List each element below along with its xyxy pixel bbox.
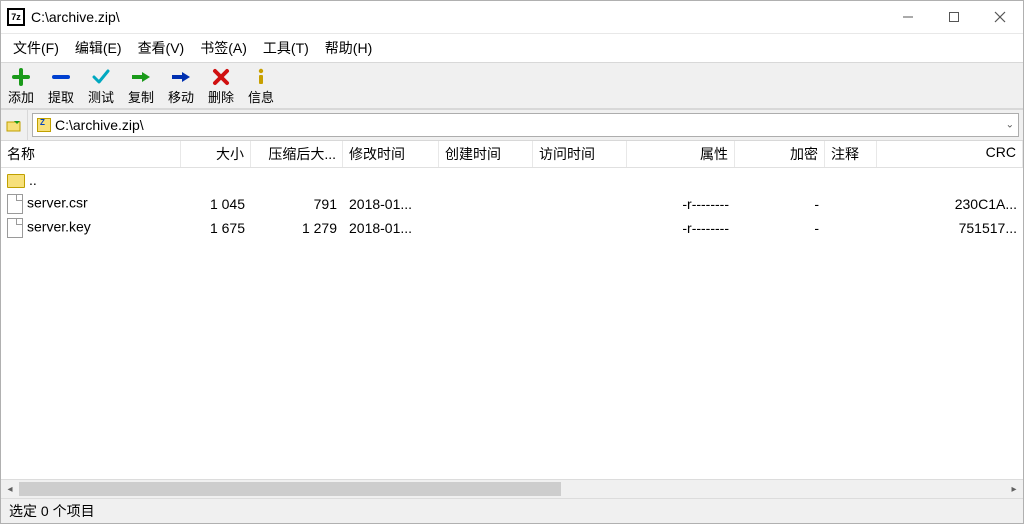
menu-view[interactable]: 查看(V) bbox=[132, 36, 191, 60]
status-text: 选定 0 个项目 bbox=[9, 501, 95, 521]
col-header-attr[interactable]: 属性 bbox=[627, 141, 735, 167]
statusbar: 选定 0 个项目 bbox=[1, 498, 1023, 523]
horizontal-scrollbar[interactable]: ◂ ▸ bbox=[1, 479, 1023, 498]
file-attr: -r-------- bbox=[627, 196, 735, 212]
extract-button[interactable]: 提取 bbox=[47, 67, 75, 106]
app-window: 7z C:\archive.zip\ 文件(F) 编辑(E) 查看(V) 书签(… bbox=[0, 0, 1024, 524]
file-name: server.key bbox=[27, 219, 91, 235]
file-icon bbox=[7, 194, 23, 214]
col-header-comm[interactable]: 注释 bbox=[825, 141, 877, 167]
file-name: server.csr bbox=[27, 195, 88, 211]
file-enc: - bbox=[735, 220, 825, 236]
copy-button[interactable]: 复制 bbox=[127, 67, 155, 106]
file-size: 1 675 bbox=[181, 220, 251, 236]
toolbar: 添加 提取 测试 复制 移动 bbox=[1, 62, 1023, 109]
col-header-ctime[interactable]: 创建时间 bbox=[439, 141, 533, 167]
file-enc: - bbox=[735, 196, 825, 212]
copy-arrow-icon bbox=[131, 67, 151, 87]
add-button[interactable]: 添加 bbox=[7, 67, 35, 106]
menu-bookmarks[interactable]: 书签(A) bbox=[194, 36, 253, 60]
menubar: 文件(F) 编辑(E) 查看(V) 书签(A) 工具(T) 帮助(H) bbox=[1, 34, 1023, 62]
up-one-level-button[interactable] bbox=[1, 110, 28, 140]
folder-icon bbox=[7, 174, 25, 188]
maximize-button[interactable] bbox=[931, 1, 977, 33]
close-button[interactable] bbox=[977, 1, 1023, 33]
file-size: 1 045 bbox=[181, 196, 251, 212]
menu-file[interactable]: 文件(F) bbox=[7, 36, 65, 60]
minimize-button[interactable] bbox=[885, 1, 931, 33]
parent-dir-row[interactable]: .. bbox=[1, 168, 1023, 192]
col-header-name[interactable]: 名称 bbox=[1, 141, 181, 167]
scroll-right-button[interactable]: ▸ bbox=[1005, 480, 1023, 498]
col-header-atime[interactable]: 访问时间 bbox=[533, 141, 627, 167]
move-button[interactable]: 移动 bbox=[167, 67, 195, 106]
address-path: C:\archive.zip\ bbox=[55, 117, 144, 133]
file-attr: -r-------- bbox=[627, 220, 735, 236]
move-arrow-icon bbox=[171, 67, 191, 87]
test-button[interactable]: 测试 bbox=[87, 67, 115, 106]
file-row[interactable]: server.key 1 6751 2792018-01... -r--------… bbox=[1, 216, 1023, 240]
info-icon bbox=[252, 67, 270, 87]
titlebar: 7z C:\archive.zip\ bbox=[1, 1, 1023, 34]
col-header-size[interactable]: 大小 bbox=[181, 141, 251, 167]
menu-tools[interactable]: 工具(T) bbox=[257, 36, 315, 60]
file-crc: 751517... bbox=[877, 220, 1023, 236]
col-header-mtime[interactable]: 修改时间 bbox=[343, 141, 439, 167]
file-mtime: 2018-01... bbox=[343, 220, 439, 236]
plus-icon bbox=[12, 67, 30, 87]
scroll-thumb[interactable] bbox=[19, 482, 561, 496]
dropdown-chevron-icon[interactable]: ⌄ bbox=[1006, 120, 1014, 131]
col-header-enc[interactable]: 加密 bbox=[735, 141, 825, 167]
folder-up-icon bbox=[6, 117, 22, 133]
menu-edit[interactable]: 编辑(E) bbox=[69, 36, 128, 60]
file-list-header: 名称 大小 压缩后大... 修改时间 创建时间 访问时间 属性 加密 注释 CR… bbox=[1, 141, 1023, 168]
scroll-left-button[interactable]: ◂ bbox=[1, 480, 19, 498]
delete-x-icon bbox=[212, 67, 230, 87]
scroll-track[interactable] bbox=[19, 480, 1005, 498]
check-icon bbox=[92, 67, 110, 87]
file-row[interactable]: server.csr 1 0457912018-01... -r--------- 2… bbox=[1, 192, 1023, 216]
file-packed-size: 791 bbox=[251, 196, 343, 212]
info-button[interactable]: 信息 bbox=[247, 67, 275, 106]
archive-icon bbox=[37, 118, 51, 132]
parent-dir-label: .. bbox=[29, 172, 37, 188]
app-icon: 7z bbox=[7, 8, 25, 26]
address-input[interactable]: C:\archive.zip\ ⌄ bbox=[32, 113, 1019, 137]
menu-help[interactable]: 帮助(H) bbox=[319, 36, 378, 60]
window-title: C:\archive.zip\ bbox=[31, 9, 120, 25]
file-list: 名称 大小 压缩后大... 修改时间 创建时间 访问时间 属性 加密 注释 CR… bbox=[1, 141, 1023, 498]
col-header-packed[interactable]: 压缩后大... bbox=[251, 141, 343, 167]
col-header-crc[interactable]: CRC bbox=[877, 141, 1023, 167]
file-mtime: 2018-01... bbox=[343, 196, 439, 212]
file-icon bbox=[7, 218, 23, 238]
file-crc: 230C1A... bbox=[877, 196, 1023, 212]
addressbar: C:\archive.zip\ ⌄ bbox=[1, 109, 1023, 141]
file-packed-size: 1 279 bbox=[251, 220, 343, 236]
file-list-body[interactable]: .. server.csr 1 0457912018-01... -r-------… bbox=[1, 168, 1023, 479]
minus-icon bbox=[52, 67, 70, 87]
delete-button[interactable]: 删除 bbox=[207, 67, 235, 106]
